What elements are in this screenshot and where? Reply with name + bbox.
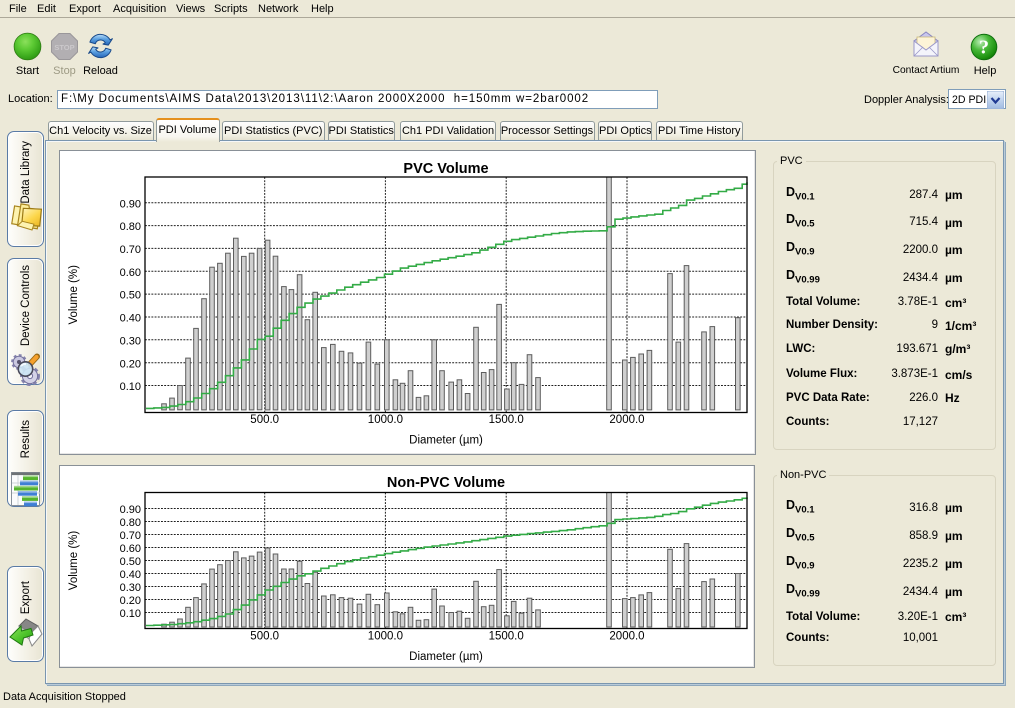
svg-text:0.70: 0.70 — [120, 530, 141, 542]
svg-text:0.50: 0.50 — [120, 556, 141, 568]
svg-text:Volume (%): Volume (%) — [68, 265, 80, 325]
svg-text:0.40: 0.40 — [120, 569, 141, 581]
svg-text:0.90: 0.90 — [120, 504, 141, 516]
svg-text:0.40: 0.40 — [120, 313, 141, 325]
svg-text:0.60: 0.60 — [120, 267, 141, 279]
svg-text:1500.0: 1500.0 — [489, 631, 524, 643]
svg-text:1000.0: 1000.0 — [368, 414, 403, 426]
svg-text:0.10: 0.10 — [120, 381, 141, 393]
svg-text:0.10: 0.10 — [120, 608, 141, 620]
svg-text:0.60: 0.60 — [120, 543, 141, 555]
svg-text:2000.0: 2000.0 — [609, 414, 644, 426]
svg-text:0.70: 0.70 — [120, 244, 141, 256]
svg-text:STOP: STOP — [54, 43, 74, 52]
svg-text:Non-PVC Volume: Non-PVC Volume — [387, 475, 505, 491]
svg-text:?: ? — [979, 37, 989, 59]
svg-text:0.30: 0.30 — [120, 335, 141, 347]
svg-text:500.0: 500.0 — [250, 414, 279, 426]
svg-text:0.20: 0.20 — [120, 358, 141, 370]
svg-text:1500.0: 1500.0 — [489, 414, 524, 426]
svg-text:0.50: 0.50 — [120, 290, 141, 302]
svg-text:2000.0: 2000.0 — [609, 631, 644, 643]
svg-text:Diameter (µm): Diameter (µm) — [409, 435, 483, 447]
svg-text:0.20: 0.20 — [120, 595, 141, 607]
svg-text:0.90: 0.90 — [120, 198, 141, 210]
svg-text:500.0: 500.0 — [250, 631, 279, 643]
svg-text:Diameter (µm): Diameter (µm) — [409, 651, 483, 663]
svg-text:PVC Volume: PVC Volume — [403, 161, 488, 177]
svg-text:0.80: 0.80 — [120, 517, 141, 529]
svg-text:0.80: 0.80 — [120, 221, 141, 233]
svg-text:Volume (%): Volume (%) — [68, 531, 80, 591]
svg-text:0.30: 0.30 — [120, 582, 141, 594]
svg-text:1000.0: 1000.0 — [368, 631, 403, 643]
